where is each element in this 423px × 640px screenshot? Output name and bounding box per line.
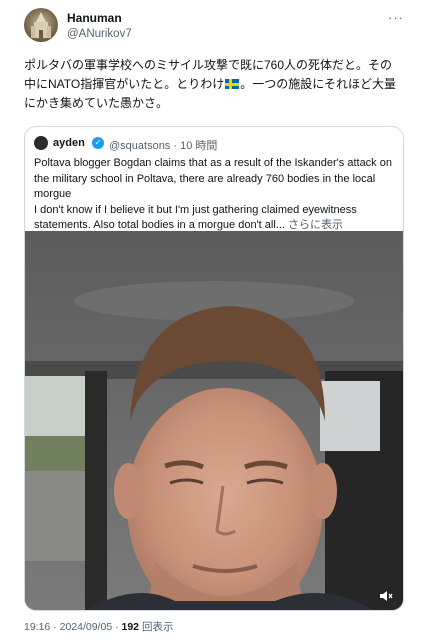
quoted-author-name[interactable]: ayden: [53, 137, 85, 149]
sweden-flag-icon: [225, 79, 240, 89]
tweet-text: ポルタバの軍事学校へのミサイル攻撃で既に760人の死体だと。その中にNATO指揮…: [24, 56, 404, 113]
quoted-avatar[interactable]: [34, 136, 48, 150]
author-handle[interactable]: @ANurikov7: [67, 28, 132, 40]
view-count: 192: [121, 621, 140, 633]
more-options-icon[interactable]: ···: [388, 10, 404, 25]
author-name[interactable]: Hanuman: [67, 11, 122, 25]
avatar[interactable]: [24, 8, 58, 42]
tweet-footer: 19:16 · 2024/09/05 · 192 回表示: [24, 619, 173, 634]
quoted-tweet-text: Poltava blogger Bogdan claims that as a …: [34, 156, 396, 234]
quoted-tweet[interactable]: ayden ✓ @squatsons · 10 時間 Poltava blogg…: [24, 126, 404, 611]
quoted-author-handle-time[interactable]: @squatsons · 10 時間: [109, 137, 217, 153]
quoted-text-line: I don't know if I believe it but I'm jus…: [34, 203, 357, 232]
verified-badge-icon: ✓: [92, 137, 104, 149]
quoted-tweet-header: ayden ✓ @squatsons · 10 時間: [34, 136, 394, 152]
tweet-header: Hanuman @ANurikov7 ···: [24, 8, 404, 48]
video-player[interactable]: [25, 231, 403, 610]
timestamp[interactable]: 19:16 · 2024/09/05 ·: [24, 621, 122, 633]
view-label: 回表示: [141, 621, 174, 633]
show-more-link[interactable]: さらに表示: [288, 219, 343, 231]
quoted-text-line: Poltava blogger Bogdan claims that as a …: [34, 157, 392, 200]
volume-muted-icon[interactable]: [379, 589, 393, 603]
